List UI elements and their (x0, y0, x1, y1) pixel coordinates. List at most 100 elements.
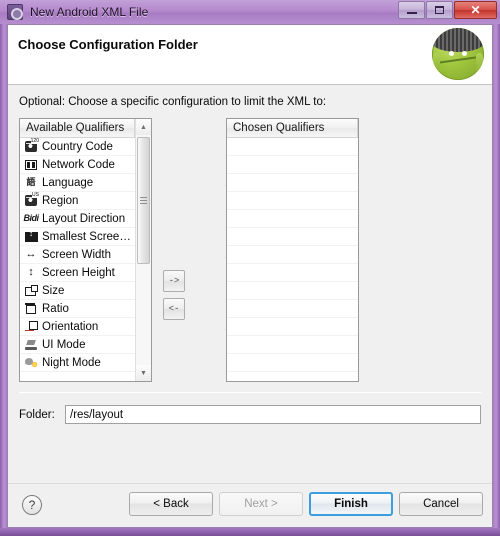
list-item[interactable]: 120 Country Code (20, 138, 135, 156)
scrollbar-grip-icon (140, 196, 147, 204)
add-qualifier-button[interactable]: -> (163, 270, 185, 292)
available-qualifiers-rows: 120 Country Code Network Code 語 Language (20, 138, 135, 381)
instruction-text: Optional: Choose a specific configuratio… (19, 96, 327, 108)
network-code-icon (23, 158, 39, 172)
maximize-button[interactable] (426, 1, 453, 19)
minimize-icon (406, 11, 417, 14)
list-item[interactable]: Network Code (20, 156, 135, 174)
list-item-label: Ratio (42, 302, 69, 315)
list-item[interactable]: US Region (20, 192, 135, 210)
country-code-icon: 120 (23, 138, 39, 154)
window-controls: ✕ (398, 1, 497, 19)
window-frame-left (0, 0, 7, 536)
size-icon (23, 284, 39, 298)
dialog-buttons: < Back Next > Finish Cancel (129, 492, 483, 516)
robot-eye-right (462, 50, 468, 56)
dialog-window: New Android XML File ✕ Choose Configurat… (0, 0, 500, 536)
table-row[interactable] (227, 300, 358, 318)
chosen-qualifiers-list[interactable]: Chosen Qualifiers (226, 118, 359, 382)
list-item-label: Night Mode (42, 356, 101, 369)
wizard-body: Optional: Choose a specific configuratio… (8, 85, 492, 527)
list-item-label: Country Code (42, 140, 113, 153)
table-row[interactable] (227, 156, 358, 174)
list-item[interactable]: 語 Language (20, 174, 135, 192)
scrollbar-track[interactable] (136, 135, 151, 365)
list-item[interactable]: UI Mode (20, 336, 135, 354)
list-item-label: Smallest Screen... (42, 230, 135, 243)
help-button[interactable]: ? (22, 495, 42, 515)
window-frame-bottom (0, 528, 500, 536)
cancel-button[interactable]: Cancel (399, 492, 483, 516)
smallest-screen-icon (23, 230, 39, 244)
list-item-label: Size (42, 284, 65, 297)
list-item[interactable]: Ratio (20, 300, 135, 318)
horizontal-divider (19, 392, 481, 393)
scroll-down-icon[interactable]: ▼ (136, 365, 151, 381)
list-item[interactable]: Bidi Layout Direction (20, 210, 135, 228)
table-row[interactable] (227, 192, 358, 210)
scrollbar-thumb[interactable] (137, 137, 150, 264)
android-settings-icon (7, 4, 23, 20)
minimize-button[interactable] (398, 1, 425, 19)
night-mode-icon (23, 356, 39, 370)
list-item[interactable]: Smallest Screen... (20, 228, 135, 246)
chosen-qualifiers-rows (227, 138, 358, 381)
list-item[interactable]: Night Mode (20, 354, 135, 372)
language-icon: 語 (26, 177, 36, 187)
list-item[interactable]: ↔ Screen Width (20, 246, 135, 264)
orientation-icon (23, 320, 39, 334)
robot-body-line (436, 56, 480, 65)
folder-label: Folder: (19, 408, 55, 421)
screen-height-icon: ↕ (28, 266, 34, 278)
list-item-label: Screen Width (42, 248, 112, 261)
table-row[interactable] (227, 174, 358, 192)
robot-arm-right (475, 52, 483, 73)
table-row[interactable] (227, 138, 358, 156)
window-frame-right (493, 0, 500, 536)
table-row[interactable] (227, 282, 358, 300)
list-item[interactable]: Size (20, 282, 135, 300)
list-item[interactable]: ↕ Screen Height (20, 264, 135, 282)
folder-input[interactable] (65, 405, 481, 424)
remove-qualifier-button[interactable]: <- (163, 298, 185, 320)
page-title: Choose Configuration Folder (18, 37, 198, 52)
region-icon: US (23, 192, 39, 208)
screen-width-icon: ↔ (25, 248, 37, 260)
list-item[interactable]: Orientation (20, 318, 135, 336)
table-row[interactable] (227, 354, 358, 372)
robot-eye-left (448, 50, 454, 56)
folder-row: Folder: (19, 405, 481, 424)
list-item-label: UI Mode (42, 338, 86, 351)
close-button[interactable]: ✕ (454, 1, 497, 19)
transfer-buttons: -> <- (163, 270, 185, 320)
close-icon: ✕ (470, 3, 481, 17)
chosen-qualifiers-header: Chosen Qualifiers (227, 119, 358, 138)
finish-button[interactable]: Finish (309, 492, 393, 516)
available-qualifiers-list[interactable]: Available Qualifiers 120 Country Code Ne… (19, 118, 152, 382)
robot-head-band (432, 28, 484, 52)
ratio-icon (23, 302, 39, 316)
table-row[interactable] (227, 228, 358, 246)
maximize-icon (435, 6, 444, 14)
list-item-label: Network Code (42, 158, 115, 171)
available-qualifiers-inner: Available Qualifiers 120 Country Code Ne… (20, 119, 135, 381)
available-list-scrollbar[interactable]: ▲ ▼ (135, 119, 151, 381)
android-robot-logo (432, 28, 484, 80)
window-title: New Android XML File (30, 5, 149, 19)
list-item-label: Region (42, 194, 79, 207)
list-item-label: Language (42, 176, 94, 189)
available-qualifiers-header: Available Qualifiers (20, 119, 135, 138)
table-row[interactable] (227, 246, 358, 264)
dialog-client-area: Choose Configuration Folder Optional: Ch… (7, 24, 493, 528)
table-row[interactable] (227, 318, 358, 336)
table-row[interactable] (227, 210, 358, 228)
back-button[interactable]: < Back (129, 492, 213, 516)
table-row[interactable] (227, 372, 358, 381)
scroll-up-icon[interactable]: ▲ (136, 119, 151, 135)
robot-arm-left (433, 52, 441, 73)
wizard-header: Choose Configuration Folder (8, 25, 492, 85)
table-row[interactable] (227, 336, 358, 354)
title-bar[interactable]: New Android XML File ✕ (0, 0, 500, 24)
table-row[interactable] (227, 264, 358, 282)
layout-direction-icon: Bidi (23, 213, 40, 223)
